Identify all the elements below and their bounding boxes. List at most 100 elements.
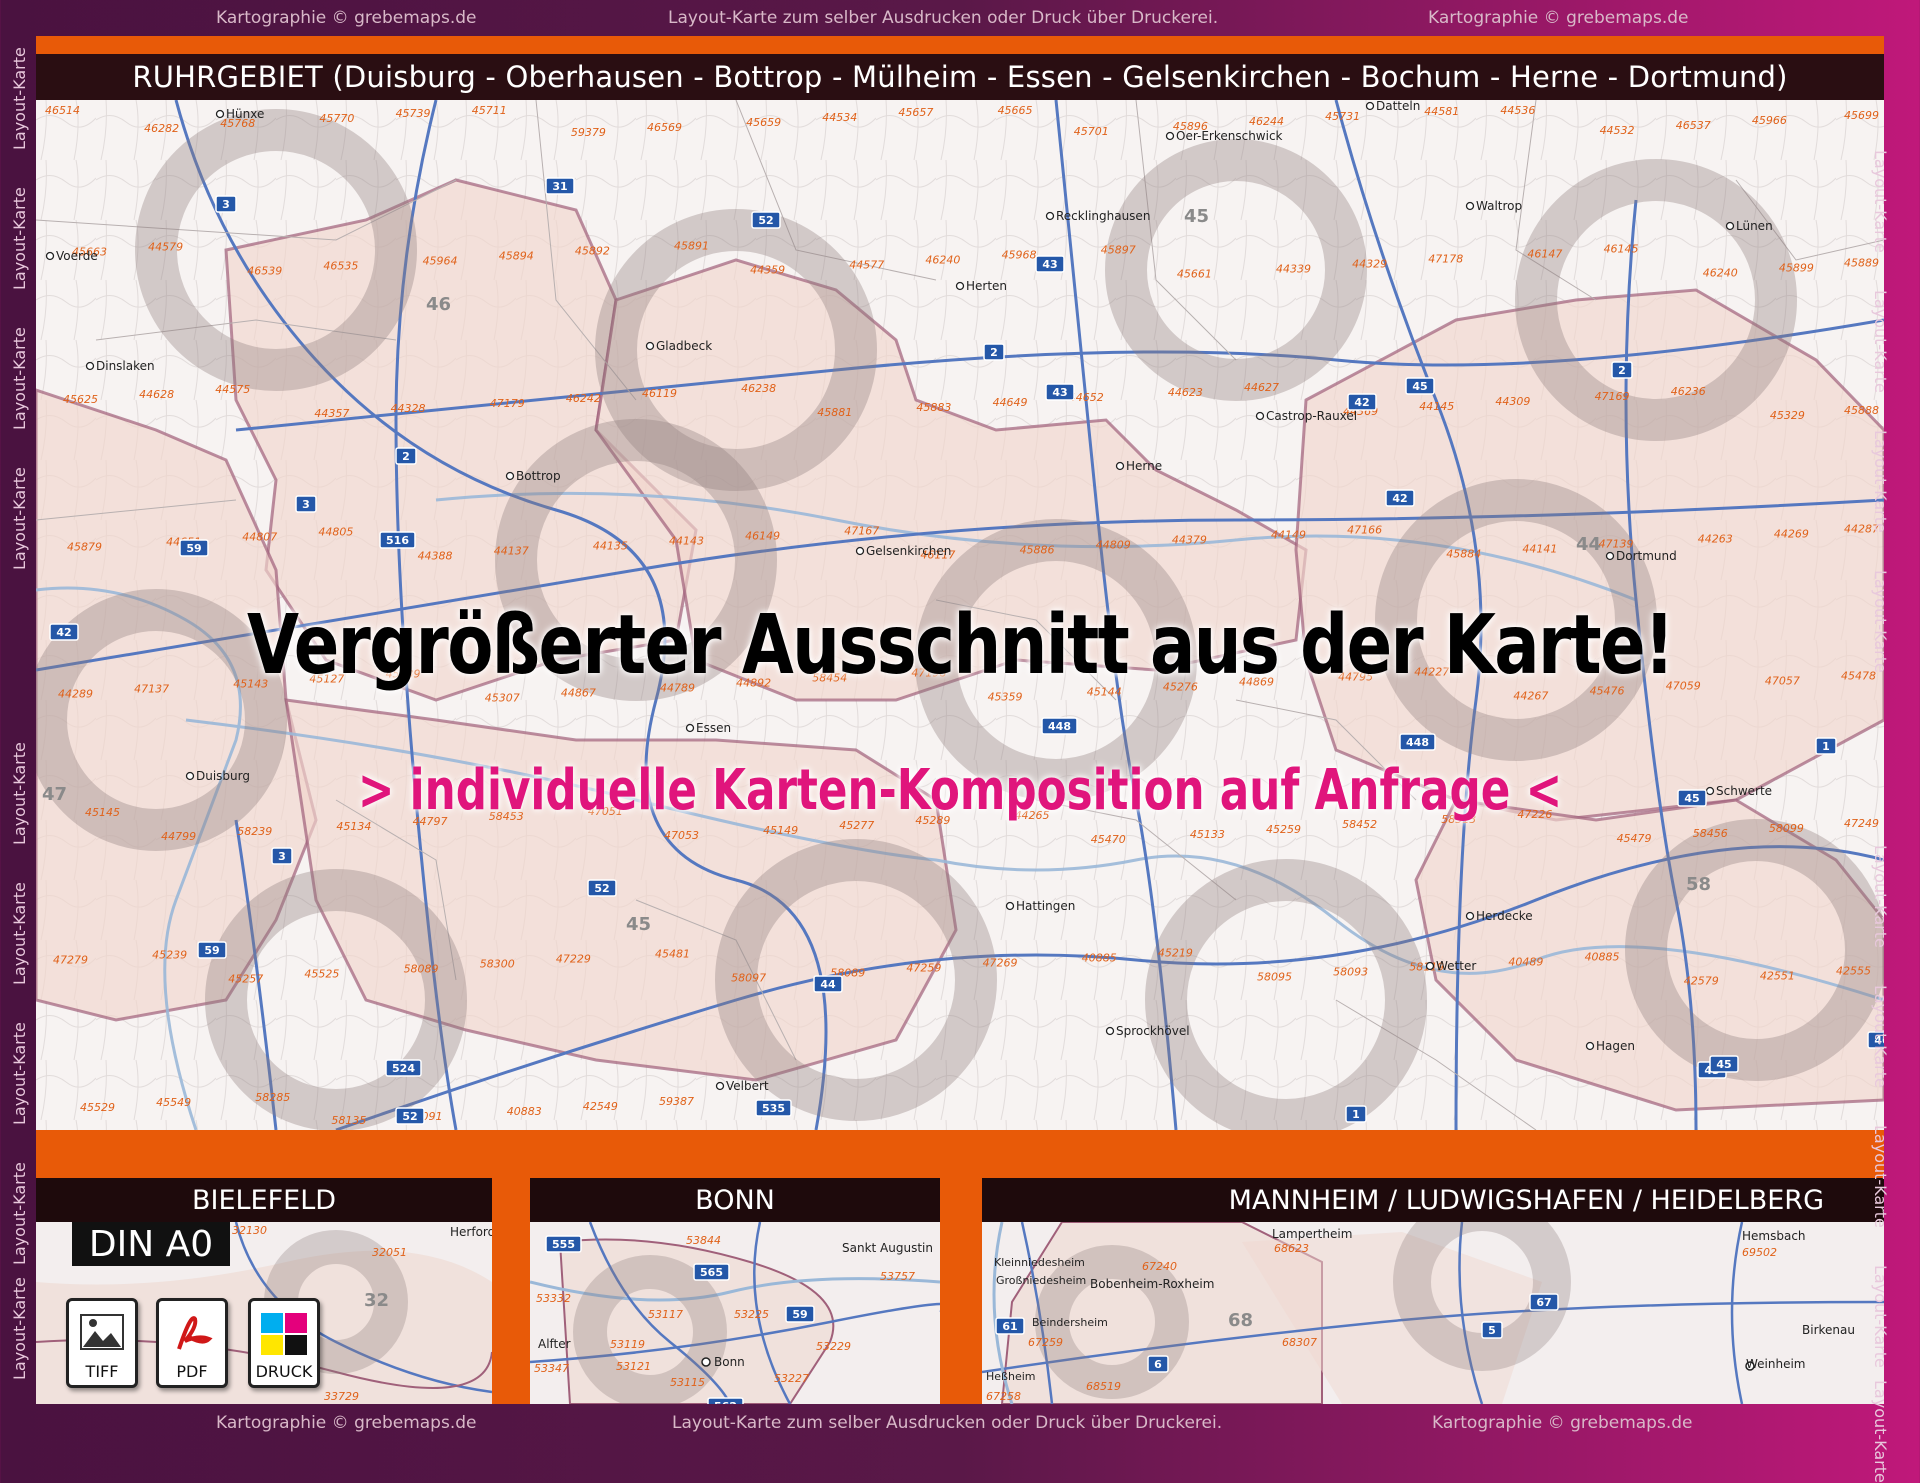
pdf-label: PDF bbox=[176, 1362, 208, 1381]
motorway-shield: 5 bbox=[1481, 1321, 1503, 1339]
plz-label: 46539 bbox=[247, 264, 282, 277]
plz-label: 45625 bbox=[63, 393, 98, 406]
region-label: 32 bbox=[364, 1290, 389, 1311]
side-label: Layout-Karte bbox=[1871, 1125, 1890, 1228]
motorway-shield: 448 bbox=[1399, 733, 1436, 751]
city-label: Sankt Augustin bbox=[842, 1241, 933, 1255]
plz-label: 44143 bbox=[669, 534, 704, 547]
plz-label: 47167 bbox=[844, 524, 879, 537]
inset-title-bielefeld: BIELEFELD bbox=[36, 1178, 492, 1222]
city-label: Datteln bbox=[1376, 100, 1420, 113]
plz-label: 46535 bbox=[323, 259, 358, 272]
motorway-shield: 2 bbox=[395, 447, 417, 465]
city-label: Heßheim bbox=[986, 1370, 1035, 1383]
plz-label: 44649 bbox=[993, 396, 1028, 409]
motorway-shield: 448 bbox=[1041, 717, 1078, 735]
city-marker bbox=[85, 361, 95, 371]
plz-label: 46145 bbox=[1604, 242, 1639, 255]
city-label: Sprockhövel bbox=[1116, 1024, 1190, 1038]
tiff-label: TIFF bbox=[85, 1362, 119, 1381]
inset-title-mannheim: MANNHEIM / LUDWIGSHAFEN / HEIDELBERG bbox=[982, 1178, 1884, 1222]
city-label: Wetter bbox=[1436, 959, 1476, 973]
plz-label: 58239 bbox=[237, 825, 272, 838]
plz-label: 44623 bbox=[1168, 386, 1203, 399]
side-label: Layout-Karte bbox=[10, 467, 29, 570]
city-label: Herten bbox=[966, 279, 1007, 293]
plz-label: 44137 bbox=[494, 544, 529, 557]
svg-text:516: 516 bbox=[386, 534, 409, 547]
plz-label: 45897 bbox=[1101, 243, 1136, 256]
plz-label: 45525 bbox=[304, 968, 339, 981]
plz-label: 45886 bbox=[1020, 543, 1055, 556]
svg-text:43: 43 bbox=[1042, 258, 1057, 271]
city-marker bbox=[1465, 911, 1475, 921]
plz-label: 47279 bbox=[53, 954, 88, 967]
plz-label: 45699 bbox=[1844, 109, 1879, 122]
city-marker bbox=[715, 1081, 725, 1091]
plz-label: 58089 bbox=[404, 963, 439, 976]
city-label: Weinheim bbox=[1746, 1357, 1806, 1371]
city-marker bbox=[1585, 1041, 1595, 1051]
svg-text:3: 3 bbox=[278, 850, 286, 863]
city-marker bbox=[645, 341, 655, 351]
svg-text:45: 45 bbox=[1412, 380, 1427, 393]
plz-label: 53227 bbox=[774, 1372, 809, 1385]
plz-label: 53225 bbox=[734, 1308, 769, 1321]
credit-bottom-center: Layout-Karte zum selber Ausdrucken oder … bbox=[672, 1413, 1223, 1433]
plz-label: 45529 bbox=[80, 1101, 115, 1114]
svg-text:1: 1 bbox=[1352, 1108, 1360, 1121]
svg-text:3: 3 bbox=[302, 498, 310, 511]
plz-label: 44532 bbox=[1600, 124, 1635, 137]
svg-text:524: 524 bbox=[392, 1062, 415, 1075]
city-label: Herdecke bbox=[1476, 909, 1533, 923]
plz-label: 42551 bbox=[1760, 970, 1795, 983]
tiff-file-icon[interactable]: TIFF bbox=[66, 1298, 138, 1388]
format-badge: DIN A0 bbox=[72, 1222, 230, 1266]
city-label: Essen bbox=[696, 721, 731, 735]
plz-label: 46242 bbox=[566, 392, 601, 405]
motorway-shield: 2 bbox=[983, 343, 1005, 361]
plz-label: 45149 bbox=[763, 824, 798, 837]
plz-label: 47249 bbox=[1844, 817, 1879, 830]
city-label: Kleinniedesheim bbox=[994, 1256, 1085, 1269]
plz-label: 44329 bbox=[1352, 257, 1387, 270]
inset-map-mannheim[interactable]: 67 61 5 6 Lampertheim 68623 Kleinniedesheim… bbox=[982, 1222, 1884, 1404]
plz-label: 44379 bbox=[1172, 533, 1207, 546]
svg-text:67: 67 bbox=[1536, 1296, 1551, 1309]
plz-label: 45739 bbox=[396, 107, 431, 120]
city-marker bbox=[1725, 221, 1735, 231]
city-marker bbox=[1105, 1026, 1115, 1036]
svg-text:535: 535 bbox=[762, 1102, 785, 1115]
inset-canvas-mannheim: 67 61 5 6 Lampertheim 68623 Kleinniedesheim… bbox=[982, 1222, 1884, 1404]
city-marker bbox=[1465, 201, 1475, 211]
plz-label: 32051 bbox=[372, 1246, 407, 1259]
plz-label: 45257 bbox=[228, 973, 263, 986]
plz-label: 67258 bbox=[986, 1390, 1021, 1403]
plz-label: 47053 bbox=[664, 829, 699, 842]
side-label: Layout-Karte bbox=[1871, 845, 1890, 948]
plz-label: 58099 bbox=[1769, 822, 1804, 835]
plz-label: 44809 bbox=[1096, 538, 1131, 551]
plz-label: 47137 bbox=[134, 683, 169, 696]
side-label: Layout-Karte bbox=[1871, 1380, 1890, 1483]
city-label: Hemsbach bbox=[1742, 1229, 1806, 1243]
motorway-shield: 3 bbox=[295, 495, 317, 513]
print-file-icon[interactable]: DRUCK bbox=[248, 1298, 320, 1388]
plz-label: 44309 bbox=[1495, 395, 1530, 408]
motorway-shield: 59 bbox=[179, 539, 209, 557]
plz-label: 45145 bbox=[85, 806, 120, 819]
plz-label: 44269 bbox=[1774, 527, 1809, 540]
plz-label: 46514 bbox=[45, 104, 80, 117]
plz-label: 45888 bbox=[1844, 404, 1879, 417]
pdf-file-icon[interactable]: PDF bbox=[156, 1298, 228, 1388]
plz-label: 45889 bbox=[1844, 256, 1879, 269]
side-label: Layout-Karte bbox=[1871, 570, 1890, 673]
side-label: Layout-Karte bbox=[10, 327, 29, 430]
plz-label: 53121 bbox=[616, 1360, 651, 1373]
plz-label: 45731 bbox=[1325, 110, 1360, 123]
plz-label: 46236 bbox=[1671, 385, 1706, 398]
inset-map-bonn[interactable]: 555 565 59 562 53844 Sankt Augustin 53757 5… bbox=[530, 1222, 940, 1404]
region-label: 45 bbox=[626, 914, 651, 935]
svg-text:45: 45 bbox=[1716, 1058, 1731, 1071]
plz-label: 45968 bbox=[1002, 248, 1037, 261]
